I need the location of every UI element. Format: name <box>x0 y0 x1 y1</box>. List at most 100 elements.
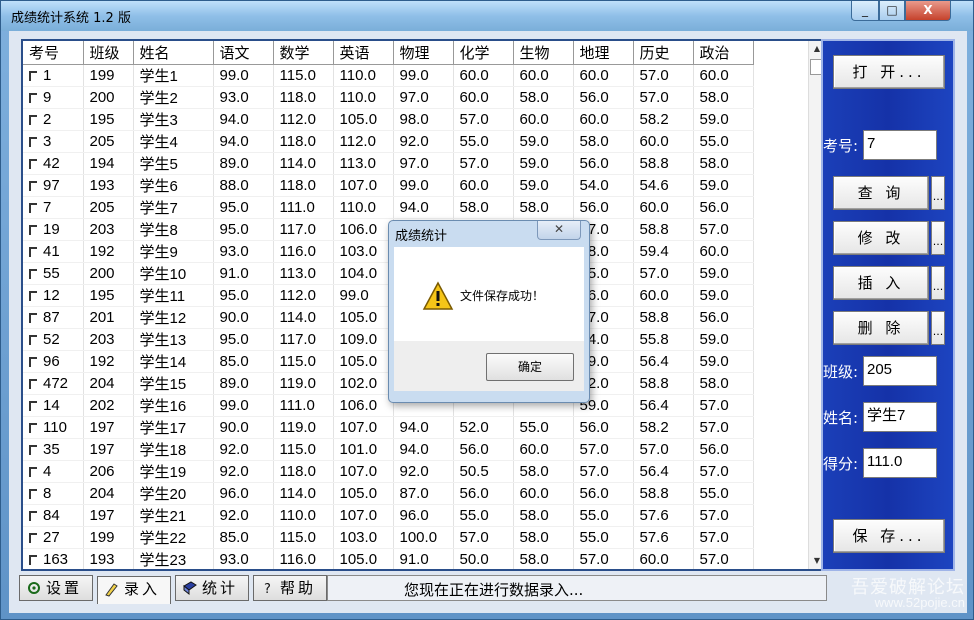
table-cell[interactable]: 58.0 <box>513 548 574 569</box>
table-cell[interactable]: 8 <box>23 482 84 505</box>
table-cell[interactable]: 472 <box>23 372 84 395</box>
table-cell[interactable]: 55.8 <box>633 328 694 351</box>
table-cell[interactable]: 115.0 <box>273 64 334 87</box>
table-cell[interactable]: 60.0 <box>633 130 694 153</box>
table-cell[interactable]: 4 <box>23 460 84 483</box>
table-cell[interactable]: 54.6 <box>633 174 694 197</box>
table-cell[interactable]: 27 <box>23 526 84 549</box>
table-cell[interactable]: 学生9 <box>133 240 214 263</box>
table-cell[interactable]: 104.0 <box>333 262 394 285</box>
table-cell[interactable]: 111.0 <box>273 394 334 417</box>
table-cell[interactable]: 学生2 <box>133 86 214 109</box>
table-cell[interactable]: 学生19 <box>133 460 214 483</box>
table-cell[interactable]: 199 <box>83 526 134 549</box>
table-cell[interactable]: 57.0 <box>693 526 754 549</box>
table-row[interactable]: 110 197 学生17 90.0 119.0 107.0 94.0 52.0 55.0 56.0… <box>23 416 754 439</box>
table-cell[interactable]: 99.0 <box>213 394 274 417</box>
table-cell[interactable]: 58.0 <box>513 504 574 527</box>
table-cell[interactable]: 60.0 <box>573 64 634 87</box>
table-cell[interactable]: 92.0 <box>213 438 274 461</box>
table-cell[interactable]: 57.0 <box>693 416 754 439</box>
table-cell[interactable]: 55.0 <box>573 504 634 527</box>
table-cell[interactable]: 60.0 <box>513 64 574 87</box>
table-row[interactable]: 1 199 学生1 99.0 115.0 110.0 99.0 60.0 60.0 60.0 57.… <box>23 64 754 87</box>
table-cell[interactable]: 90.0 <box>213 306 274 329</box>
table-cell[interactable]: 60.0 <box>693 64 754 87</box>
table-cell[interactable]: 107.0 <box>333 504 394 527</box>
table-cell[interactable]: 14 <box>23 394 84 417</box>
table-cell[interactable]: 204 <box>83 372 134 395</box>
table-cell[interactable]: 101.0 <box>333 438 394 461</box>
table-cell[interactable]: 学生14 <box>133 350 214 373</box>
table-cell[interactable]: 学生4 <box>133 130 214 153</box>
dialog-close-button[interactable]: ✕ <box>537 221 581 240</box>
class-field[interactable]: 205 <box>863 356 937 386</box>
table-cell[interactable]: 107.0 <box>333 460 394 483</box>
table-cell[interactable]: 57.6 <box>633 504 694 527</box>
table-cell[interactable]: 203 <box>83 328 134 351</box>
table-cell[interactable]: 58.8 <box>633 482 694 505</box>
table-cell[interactable]: 59.0 <box>693 174 754 197</box>
table-cell[interactable]: 93.0 <box>213 240 274 263</box>
table-row[interactable]: 7 205 学生7 95.0 111.0 110.0 94.0 58.0 58.0 56.0 60.… <box>23 196 754 219</box>
table-cell[interactable]: 119.0 <box>273 372 334 395</box>
table-cell[interactable]: 60.0 <box>513 108 574 131</box>
table-cell[interactable]: 89.0 <box>213 372 274 395</box>
table-cell[interactable]: 19 <box>23 218 84 241</box>
table-cell[interactable]: 96.0 <box>213 482 274 505</box>
table-row[interactable]: 97 193 学生6 88.0 118.0 107.0 99.0 60.0 59.0 54.0 54… <box>23 174 754 197</box>
table-cell[interactable]: 116.0 <box>273 240 334 263</box>
insert-button[interactable]: 插 入 <box>833 266 929 300</box>
table-cell[interactable]: 学生11 <box>133 284 214 307</box>
table-cell[interactable]: 93.0 <box>213 548 274 569</box>
table-cell[interactable]: 学生18 <box>133 438 214 461</box>
table-cell[interactable]: 58.0 <box>453 196 514 219</box>
table-cell[interactable]: 59.4 <box>633 240 694 263</box>
table-cell[interactable]: 57.0 <box>633 86 694 109</box>
table-cell[interactable]: 192 <box>83 240 134 263</box>
table-cell[interactable]: 56.0 <box>453 570 513 571</box>
table-cell[interactable]: 60.0 <box>453 86 514 109</box>
table-cell[interactable]: 106.0 <box>333 218 394 241</box>
table-cell[interactable]: 33 <box>23 570 83 571</box>
edit-more-button[interactable]: ... <box>931 221 945 255</box>
table-cell[interactable]: 197 <box>83 504 134 527</box>
table-cell[interactable]: 57.0 <box>453 526 514 549</box>
table-cell[interactable]: 58.8 <box>633 218 694 241</box>
maximize-button[interactable]: □ <box>879 1 905 21</box>
id-field[interactable]: 7 <box>863 130 937 160</box>
table-row[interactable]: 8 204 学生20 96.0 114.0 105.0 87.0 56.0 60.0 56.0 58… <box>23 482 754 505</box>
table-cell[interactable]: 199 <box>83 64 134 87</box>
table-cell[interactable]: 192 <box>83 350 134 373</box>
table-row[interactable]: 163 193 学生23 93.0 116.0 105.0 91.0 50.0 58.0 57.0… <box>23 548 754 569</box>
table-cell[interactable]: 103.0 <box>333 240 394 263</box>
table-cell[interactable]: 114.0 <box>273 482 334 505</box>
table-cell[interactable]: 118.0 <box>273 130 334 153</box>
table-cell[interactable]: 201 <box>83 306 134 329</box>
table-cell[interactable]: 59.0 <box>693 570 753 571</box>
table-cell[interactable]: 58.2 <box>633 108 694 131</box>
table-cell[interactable]: 89.0 <box>213 152 274 175</box>
save-button[interactable]: 保 存... <box>833 519 945 553</box>
table-cell[interactable]: 110.0 <box>333 64 394 87</box>
table-cell[interactable]: 35 <box>23 438 84 461</box>
table-cell[interactable]: 58.8 <box>633 306 694 329</box>
table-cell[interactable]: 56.0 <box>573 86 634 109</box>
table-cell[interactable]: 59.0 <box>693 328 754 351</box>
table-cell[interactable]: 54.0 <box>573 174 634 197</box>
table-cell[interactable]: 学生21 <box>133 504 214 527</box>
table-cell[interactable]: 92.0 <box>213 504 274 527</box>
table-cell[interactable]: 58.0 <box>693 86 754 109</box>
open-button[interactable]: 打 开... <box>833 55 945 89</box>
table-cell[interactable]: 学生20 <box>133 482 214 505</box>
table-cell[interactable]: 学生15 <box>133 372 214 395</box>
table-cell[interactable]: 118.0 <box>273 460 334 483</box>
table-row[interactable]: 4 206 学生19 92.0 118.0 107.0 92.0 50.5 58.0 57.0 56… <box>23 460 754 483</box>
table-cell[interactable]: 91.0 <box>213 262 274 285</box>
table-cell[interactable]: 42 <box>23 152 84 175</box>
table-cell[interactable]: 55.0 <box>573 526 634 549</box>
table-cell[interactable]: 56.0 <box>573 416 634 439</box>
table-cell[interactable]: 56.0 <box>453 438 514 461</box>
table-cell[interactable]: 119.0 <box>273 416 334 439</box>
table-cell[interactable]: 110 <box>23 416 84 439</box>
